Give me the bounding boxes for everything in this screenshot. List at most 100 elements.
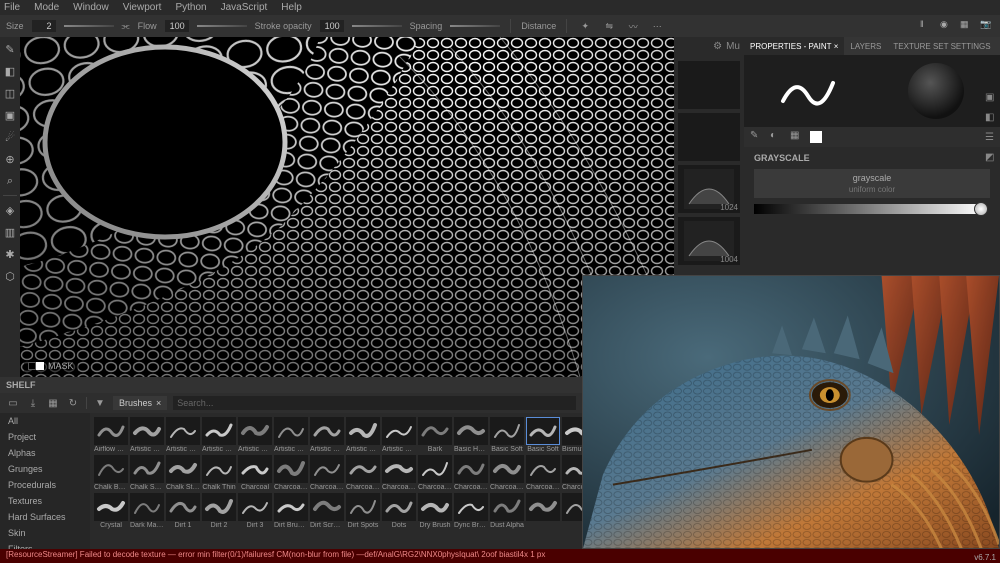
brush-item[interactable]: Dirt Brushed: [274, 493, 308, 529]
brush-item[interactable]: Dync Brushed: [454, 493, 488, 529]
brush-item[interactable]: Dirt Spots: [346, 493, 380, 529]
reload-icon[interactable]: ↻: [66, 396, 80, 410]
brush-item[interactable]: Artistic Sha...: [274, 417, 308, 453]
reference-image-panel[interactable]: [582, 275, 1000, 549]
material-tool-icon[interactable]: ◈: [2, 202, 18, 218]
shelf-category-alphas[interactable]: Alphas: [0, 445, 90, 461]
tab-texture-set[interactable]: TEXTURE SET SETTINGS: [887, 37, 996, 55]
menu-mode[interactable]: Mode: [34, 2, 59, 13]
camera-icon[interactable]: 📷: [980, 19, 994, 33]
brush-item[interactable]: Dust Alpha: [490, 493, 524, 529]
tab-layers[interactable]: LAYERS: [844, 37, 887, 55]
brush-item[interactable]: [526, 493, 560, 529]
menu-window[interactable]: Window: [73, 2, 109, 13]
channel-thumb-3[interactable]: 1024: [678, 165, 740, 213]
stencil-mode-icon[interactable]: ▦: [790, 130, 804, 144]
shelf-category-all[interactable]: All: [0, 413, 90, 429]
dock4-icon[interactable]: ◩: [985, 152, 997, 164]
tab-properties-paint[interactable]: PROPERTIES - PAINT ×: [744, 37, 844, 55]
brush-item[interactable]: Basic Hard: [454, 417, 488, 453]
brush-item[interactable]: Dirt 2: [202, 493, 236, 529]
view-icon[interactable]: ▦: [46, 396, 60, 410]
import-icon[interactable]: ⤓: [26, 396, 40, 410]
pause-icon[interactable]: ‖: [920, 19, 934, 33]
brush-item[interactable]: Artistic Print: [238, 417, 272, 453]
render-icon[interactable]: ▦: [960, 19, 974, 33]
lazy-mouse-icon[interactable]: 〰: [625, 18, 641, 34]
grayscale-mode[interactable]: grayscale: [853, 173, 892, 183]
brush-item[interactable]: Basic Soft: [490, 417, 524, 453]
mirror-icon[interactable]: ⇋: [601, 18, 617, 34]
shelf-search[interactable]: Search...: [173, 396, 576, 410]
dock3-icon[interactable]: ☰: [985, 132, 997, 144]
fill-tool-icon[interactable]: ▣: [2, 107, 18, 123]
brush-item[interactable]: Charcoal Sh...: [490, 455, 524, 491]
more-icon[interactable]: ⋯: [649, 18, 665, 34]
menu-javascript[interactable]: JavaScript: [221, 2, 268, 13]
flow-slider[interactable]: [197, 25, 247, 27]
folder-icon[interactable]: ▭: [6, 396, 20, 410]
opacity-slider[interactable]: [352, 25, 402, 27]
brush-item[interactable]: Dark Marbles: [130, 493, 164, 529]
brush-item[interactable]: Chalk Spread: [130, 455, 164, 491]
brush-item[interactable]: Dirt 1: [166, 493, 200, 529]
size-slider[interactable]: [64, 25, 114, 27]
channel-mute-icon[interactable]: Mu: [726, 41, 740, 57]
clone-tool-icon[interactable]: ⊕: [2, 151, 18, 167]
spacing-slider[interactable]: [450, 25, 500, 27]
shelf-category-skin[interactable]: Skin: [0, 525, 90, 541]
size-value[interactable]: 2: [32, 20, 56, 32]
brush-item[interactable]: [562, 493, 582, 529]
channel-thumb-4[interactable]: 1004: [678, 217, 740, 265]
brush-mode-icon[interactable]: ✎: [750, 130, 764, 144]
brush-item[interactable]: Charcoal Li...: [346, 455, 380, 491]
brush-item[interactable]: Charcoal M...: [382, 455, 416, 491]
brush-item[interactable]: Chalk Strong: [166, 455, 200, 491]
brush-item[interactable]: Dirt Scratch: [310, 493, 344, 529]
brush-item[interactable]: Basic Soft: [526, 417, 560, 453]
shelf-category-grunges[interactable]: Grunges: [0, 461, 90, 477]
menu-viewport[interactable]: Viewport: [123, 2, 162, 13]
channel-thumb-2[interactable]: [678, 113, 740, 161]
channel-thumb-1[interactable]: [678, 61, 740, 109]
brush-item[interactable]: Airflow Wipe: [94, 417, 128, 453]
brush-item[interactable]: Crystal: [94, 493, 128, 529]
misc-tool-icon[interactable]: ⬡: [2, 268, 18, 284]
projection-tool-icon[interactable]: ◫: [2, 85, 18, 101]
channel-settings-icon[interactable]: ⚙: [713, 41, 722, 57]
shelf-category-procedurals[interactable]: Procedurals: [0, 477, 90, 493]
brush-tool-icon[interactable]: ✎: [2, 41, 18, 57]
shelf-category-hard-surfaces[interactable]: Hard Surfaces: [0, 509, 90, 525]
slider-handle[interactable]: [974, 202, 988, 216]
brush-item[interactable]: Artistic Har...: [202, 417, 236, 453]
dock2-icon[interactable]: ◧: [985, 112, 997, 124]
uv-tool-icon[interactable]: ▥: [2, 224, 18, 240]
menu-python[interactable]: Python: [175, 2, 206, 13]
picker-tool-icon[interactable]: ⌕: [2, 173, 18, 189]
iray-icon[interactable]: ◉: [940, 19, 954, 33]
dock1-icon[interactable]: ▣: [985, 92, 997, 104]
brush-item[interactable]: Charcoal M...: [418, 455, 452, 491]
filter-icon[interactable]: ▼: [93, 396, 107, 410]
brush-item[interactable]: Dots: [382, 493, 416, 529]
menu-file[interactable]: File: [4, 2, 20, 13]
brush-item[interactable]: Chalk Bumpy: [94, 455, 128, 491]
color-checkbox-icon[interactable]: [810, 131, 822, 143]
brush-item[interactable]: Bark: [418, 417, 452, 453]
viewport-3d[interactable]: [20, 37, 674, 377]
shelf-category-project[interactable]: Project: [0, 429, 90, 445]
opacity-value[interactable]: 100: [320, 20, 344, 32]
shelf-category-textures[interactable]: Textures: [0, 493, 90, 509]
brush-item[interactable]: Charcoal Wi...: [562, 455, 582, 491]
shelf-category-filters[interactable]: Filters: [0, 541, 90, 549]
brush-item[interactable]: Dirt 3: [238, 493, 272, 529]
flow-value[interactable]: 100: [165, 20, 189, 32]
brush-item[interactable]: Bismuth Bru...: [562, 417, 582, 453]
eraser-tool-icon[interactable]: ◧: [2, 63, 18, 79]
shelf-tab-brushes[interactable]: Brushes×: [113, 396, 167, 410]
brush-item[interactable]: Artistic Flan...: [166, 417, 200, 453]
brush-item[interactable]: Charcoal St...: [526, 455, 560, 491]
link-icon[interactable]: ⫘: [122, 21, 130, 32]
brush-item[interactable]: Artistic Soft: [310, 417, 344, 453]
tab-display-settings[interactable]: DISPLAY SETTINGS: [997, 37, 1000, 55]
